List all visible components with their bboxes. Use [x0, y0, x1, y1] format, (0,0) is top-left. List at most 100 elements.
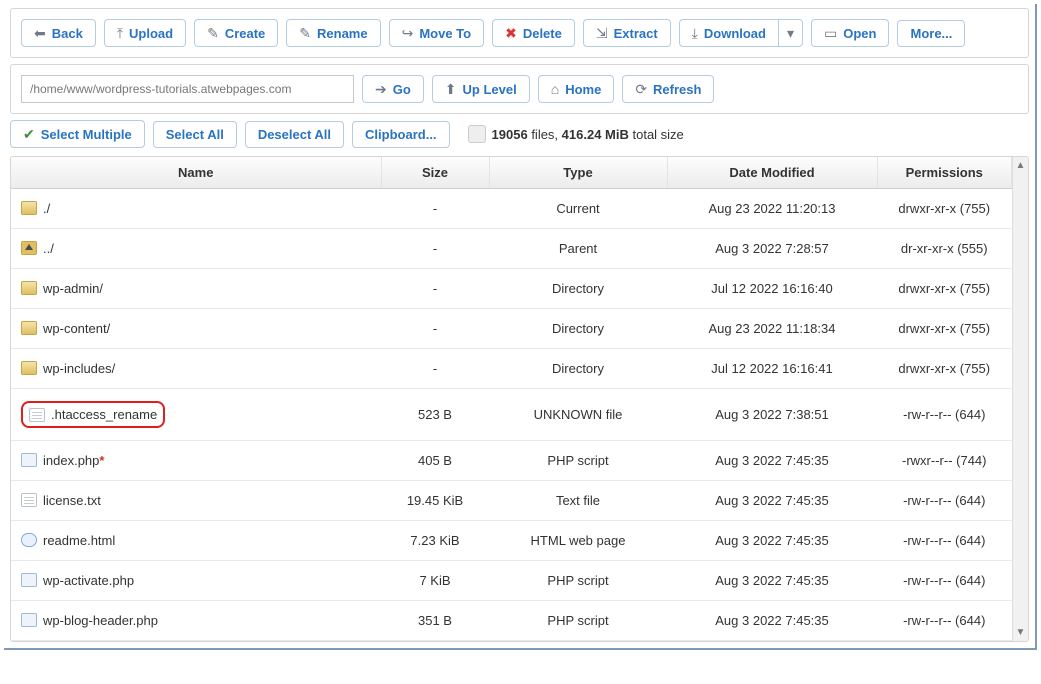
table-row[interactable]: index.php*405 BPHP scriptAug 3 2022 7:45…: [11, 441, 1012, 481]
table-row[interactable]: wp-activate.php7 KiBPHP scriptAug 3 2022…: [11, 561, 1012, 601]
cell-perm: -rwxr--r-- (744): [877, 441, 1012, 481]
table-row[interactable]: wp-blog-header.php351 BPHP scriptAug 3 2…: [11, 601, 1012, 641]
download-icon: ⤓: [692, 26, 698, 40]
col-header-perm[interactable]: Permissions: [877, 157, 1012, 189]
delete-button[interactable]: ✖Delete: [492, 19, 575, 47]
cell-name[interactable]: readme.html: [11, 521, 381, 561]
php-icon: [21, 453, 37, 467]
moveto-button[interactable]: ↪Move To: [389, 19, 485, 47]
table-row[interactable]: ../-ParentAug 3 2022 7:28:57dr-xr-xr-x (…: [11, 229, 1012, 269]
more-button[interactable]: More...: [897, 20, 965, 47]
cell-perm: drwxr-xr-x (755): [877, 269, 1012, 309]
arrow-up-icon: ⬆: [445, 82, 457, 96]
rename-icon: ✎: [299, 26, 311, 40]
refresh-button[interactable]: ⟳ Refresh: [622, 75, 714, 103]
clipboard-button[interactable]: Clipboard...: [352, 121, 450, 148]
select-multiple-button[interactable]: ✔Select Multiple: [10, 120, 145, 148]
cell-perm: -rw-r--r-- (644): [877, 389, 1012, 441]
cell-name[interactable]: ../: [11, 229, 381, 269]
table-header-row: Name Size Type Date Modified Permissions: [11, 157, 1012, 189]
stats-text: 19056 files, 416.24 MiB total size: [458, 125, 684, 143]
cell-date: Aug 3 2022 7:38:51: [667, 389, 877, 441]
vertical-scrollbar[interactable]: ▲ ▼: [1012, 157, 1028, 641]
table-row[interactable]: .htaccess_rename523 BUNKNOWN fileAug 3 2…: [11, 389, 1012, 441]
cell-date: Aug 23 2022 11:20:13: [667, 189, 877, 229]
cell-type: Directory: [489, 349, 667, 389]
scroll-down-arrow[interactable]: ▼: [1013, 624, 1029, 641]
home-button[interactable]: ⌂Home: [538, 75, 615, 103]
refresh-icon: ⟳: [635, 82, 647, 96]
col-header-type[interactable]: Type: [489, 157, 667, 189]
cell-perm: drwxr-xr-x (755): [877, 349, 1012, 389]
col-header-name[interactable]: Name: [11, 157, 381, 189]
col-header-date[interactable]: Date Modified: [667, 157, 877, 189]
up-icon: [21, 241, 37, 255]
file-name: wp-includes/: [43, 361, 115, 376]
cell-name[interactable]: wp-activate.php: [11, 561, 381, 601]
refresh-label: Refresh: [653, 83, 701, 96]
cell-size: 351 B: [381, 601, 489, 641]
deselect-all-button[interactable]: Deselect All: [245, 121, 344, 148]
moveto-icon: ↪: [402, 26, 414, 40]
uplevel-label: Up Level: [463, 83, 517, 96]
download-dropdown-button[interactable]: ▾: [779, 19, 803, 47]
chevron-down-icon: ▾: [787, 26, 794, 40]
create-button[interactable]: ✎Create: [194, 19, 278, 47]
table-row[interactable]: license.txt19.45 KiBText fileAug 3 2022 …: [11, 481, 1012, 521]
cell-name[interactable]: index.php*: [11, 441, 381, 481]
cell-perm: drwxr-xr-x (755): [877, 309, 1012, 349]
cell-type: Directory: [489, 269, 667, 309]
table-row[interactable]: readme.html7.23 KiBHTML web pageAug 3 20…: [11, 521, 1012, 561]
cell-type: Directory: [489, 309, 667, 349]
upload-button[interactable]: ⤒Upload: [104, 19, 186, 47]
col-header-size[interactable]: Size: [381, 157, 489, 189]
file-name: wp-content/: [43, 321, 110, 336]
extract-button[interactable]: ⇲Extract: [583, 19, 671, 47]
cell-name[interactable]: .htaccess_rename: [11, 389, 381, 441]
table-row[interactable]: wp-admin/-DirectoryJul 12 2022 16:16:40d…: [11, 269, 1012, 309]
go-label: Go: [393, 83, 411, 96]
cell-name[interactable]: wp-includes/: [11, 349, 381, 389]
back-button[interactable]: ⬅Back: [21, 19, 96, 47]
cell-name[interactable]: ./: [11, 189, 381, 229]
cell-name[interactable]: license.txt: [11, 481, 381, 521]
open-button[interactable]: ▭Open: [811, 19, 889, 47]
cell-perm: -rw-r--r-- (644): [877, 481, 1012, 521]
scroll-up-arrow[interactable]: ▲: [1013, 157, 1029, 174]
cell-name[interactable]: wp-blog-header.php: [11, 601, 381, 641]
file-name: readme.html: [43, 533, 115, 548]
cell-date: Aug 3 2022 7:45:35: [667, 521, 877, 561]
file-icon: [29, 408, 45, 422]
modified-indicator: *: [99, 453, 104, 468]
cell-perm: drwxr-xr-x (755): [877, 189, 1012, 229]
file-table-container: Name Size Type Date Modified Permissions…: [10, 156, 1029, 642]
cell-perm: -rw-r--r-- (644): [877, 561, 1012, 601]
cell-size: -: [381, 229, 489, 269]
file-name: license.txt: [43, 493, 101, 508]
extract-label: Extract: [614, 27, 658, 40]
uplevel-button[interactable]: ⬆ Up Level: [432, 75, 530, 103]
cell-size: -: [381, 189, 489, 229]
arrow-right-icon: ➔: [375, 82, 387, 96]
download-button[interactable]: ⤓Download: [679, 19, 779, 47]
table-row[interactable]: wp-content/-DirectoryAug 23 2022 11:18:3…: [11, 309, 1012, 349]
upload-label: Upload: [129, 27, 173, 40]
select-multiple-label: Select Multiple: [41, 128, 132, 141]
cell-name[interactable]: wp-admin/: [11, 269, 381, 309]
table-row[interactable]: wp-includes/-DirectoryJul 12 2022 16:16:…: [11, 349, 1012, 389]
cell-name[interactable]: wp-content/: [11, 309, 381, 349]
go-button[interactable]: ➔ Go: [362, 75, 424, 103]
rename-button[interactable]: ✎ Rename: [286, 19, 380, 47]
cell-type: PHP script: [489, 561, 667, 601]
arrow-left-icon: ⬅: [34, 26, 46, 40]
home-label: Home: [565, 83, 601, 96]
highlighted-file: .htaccess_rename: [21, 401, 165, 428]
clipboard-label: Clipboard...: [365, 128, 437, 141]
file-table: Name Size Type Date Modified Permissions…: [11, 157, 1012, 641]
file-name: wp-blog-header.php: [43, 613, 158, 628]
rename-label: Rename: [317, 27, 368, 40]
table-row[interactable]: ./-CurrentAug 23 2022 11:20:13drwxr-xr-x…: [11, 189, 1012, 229]
cell-size: 405 B: [381, 441, 489, 481]
path-input[interactable]: [21, 75, 354, 103]
select-all-button[interactable]: Select All: [153, 121, 237, 148]
